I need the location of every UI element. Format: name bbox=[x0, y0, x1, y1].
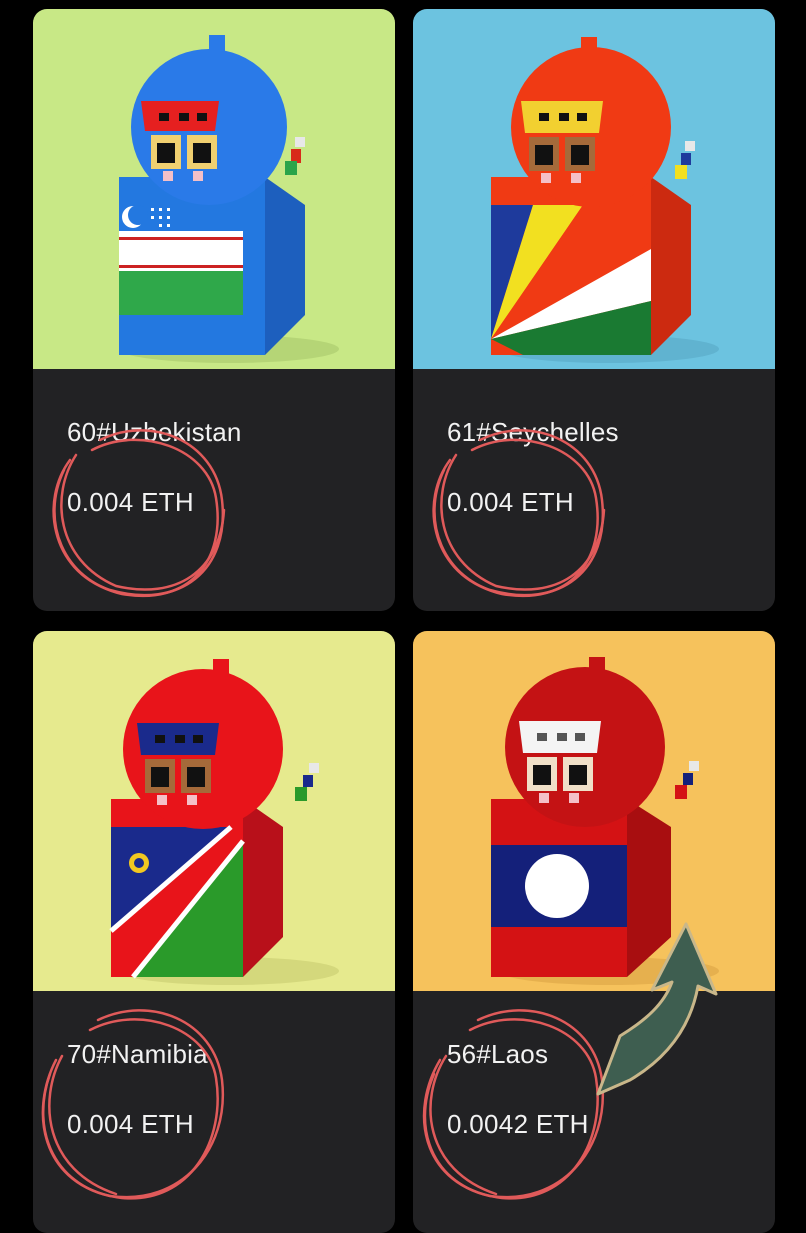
nft-image bbox=[33, 9, 395, 369]
nft-card-uzbekistan[interactable]: 60#Uzbekistan 0.004 ETH bbox=[33, 9, 395, 611]
nft-price: 0.0042 ETH bbox=[447, 1109, 589, 1139]
nft-title: 60#Uzbekistan bbox=[67, 417, 242, 447]
nft-price: 0.004 ETH bbox=[67, 1109, 194, 1139]
nft-image bbox=[33, 631, 395, 991]
nft-price: 0.004 ETH bbox=[67, 487, 194, 517]
nft-image bbox=[413, 631, 775, 991]
nft-card-namibia[interactable]: 70#Namibia 0.004 ETH bbox=[33, 631, 395, 1233]
nft-title: 56#Laos bbox=[447, 1039, 549, 1069]
nft-card-laos[interactable]: 56#Laos 0.0042 ETH bbox=[413, 631, 775, 1233]
nft-title: 61#Seychelles bbox=[447, 417, 619, 447]
nft-price: 0.004 ETH bbox=[447, 487, 574, 517]
nft-title: 70#Namibia bbox=[67, 1039, 208, 1069]
nft-card-seychelles[interactable]: 61#Seychelles 0.004 ETH bbox=[413, 9, 775, 611]
nft-image bbox=[413, 9, 775, 369]
